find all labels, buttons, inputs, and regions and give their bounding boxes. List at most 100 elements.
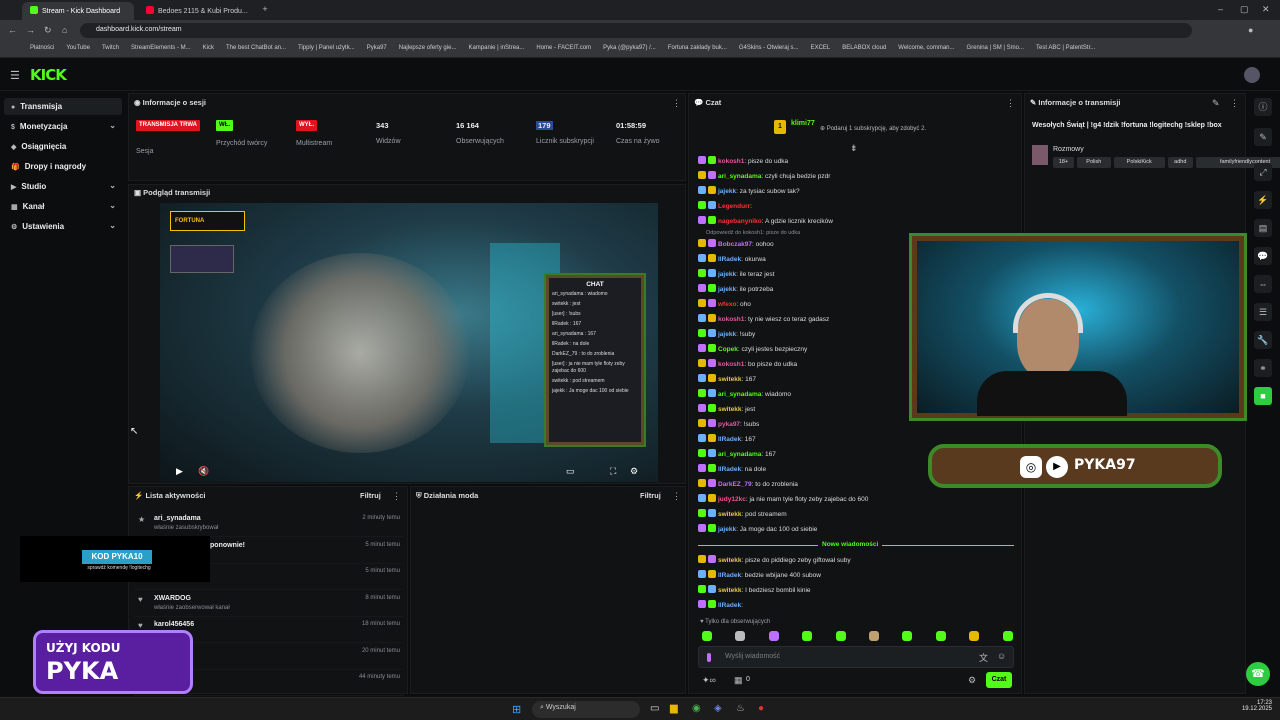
- mod-actions-more-icon[interactable]: ⋮: [672, 491, 681, 502]
- bookmark-item[interactable]: Płatności: [30, 45, 54, 51]
- activity-item[interactable]: ♥ XWARDOG właśnie zaobserwował kanał 8 minu…: [134, 590, 404, 617]
- stream-tag[interactable]: Polish: [1076, 157, 1111, 168]
- minimize-window-icon[interactable]: –: [1218, 4, 1223, 14]
- lightning-icon[interactable]: ⚡: [1254, 191, 1272, 209]
- group-icon[interactable]: ⚭: [1254, 359, 1272, 377]
- browser-tab-kick[interactable]: Stream - Kick Dashboard: [22, 2, 134, 20]
- chat-username[interactable]: nagebanyniko: [718, 218, 762, 225]
- green-app-icon[interactable]: ■: [1254, 387, 1272, 405]
- back-arrow-icon[interactable]: ←: [8, 25, 17, 35]
- play-icon[interactable]: ▶: [176, 466, 183, 477]
- chat-message[interactable]: switekk: pod streamem: [698, 507, 1018, 522]
- chat-username[interactable]: kokosh1: [718, 158, 744, 165]
- pip-icon[interactable]: ▭: [566, 466, 575, 477]
- stream-tag[interactable]: PolskiKick: [1113, 157, 1165, 168]
- discord-icon[interactable]: ◈: [714, 703, 722, 714]
- chat-message[interactable]: llRadek:: [698, 598, 1018, 613]
- chat-username[interactable]: kokosh1: [718, 361, 744, 368]
- steam-icon[interactable]: ♨: [736, 703, 745, 714]
- activity-filter-button[interactable]: Filtruj: [360, 491, 381, 500]
- bookmark-item[interactable]: Tipply | Panel użytk...: [298, 45, 355, 51]
- kick-logo[interactable]: KICK: [30, 66, 67, 84]
- chat-username[interactable]: switekk: [718, 376, 742, 383]
- chat-message[interactable]: switekk: pisze do piddiego zeby giftował…: [698, 553, 1018, 568]
- emote-icon[interactable]: [935, 631, 946, 641]
- chat-username[interactable]: wfexo: [718, 301, 736, 308]
- category-thumbnail[interactable]: [1032, 145, 1048, 165]
- chevron-down-icon[interactable]: ⌄: [109, 221, 116, 230]
- chat-message[interactable]: jajekk: Ja moge dac 100 od siebie: [698, 522, 1018, 537]
- floating-chat-icon[interactable]: ☎: [1246, 662, 1270, 686]
- chat-username[interactable]: ari_synadama: [718, 451, 761, 458]
- emote-icon[interactable]: [702, 631, 712, 641]
- chat-message[interactable]: nagebanyniko: A gdzie licznik krecików: [698, 214, 1018, 229]
- chat-username[interactable]: jajekk: [718, 286, 736, 293]
- close-window-icon[interactable]: ✕: [1262, 4, 1270, 15]
- pencil-icon[interactable]: ✎: [1254, 128, 1272, 146]
- emote-icon[interactable]: [802, 631, 813, 641]
- session-more-icon[interactable]: ⋮: [672, 98, 681, 109]
- emote-icon[interactable]: [969, 631, 980, 641]
- chat-message[interactable]: Legendurr:: [698, 199, 1018, 214]
- chat-username[interactable]: Legendurr: [718, 203, 750, 210]
- bookmark-item[interactable]: G4Skins - Otwieraj s...: [739, 45, 799, 51]
- bookmark-item[interactable]: BELABOX cloud: [842, 45, 886, 51]
- browser-tab-youtube[interactable]: Bedoes 2115 & Kubi Produ...: [138, 2, 256, 20]
- list-icon[interactable]: ☰: [1254, 303, 1272, 321]
- emote-icon[interactable]: [1002, 631, 1013, 641]
- taskbar-search[interactable]: ⌕ Wyszukaj: [532, 701, 640, 718]
- edit-stream-info-icon[interactable]: ✎: [1212, 98, 1220, 109]
- bookmark-item[interactable]: StreamElements - M...: [131, 45, 191, 51]
- chat-username[interactable]: jajekk: [718, 188, 736, 195]
- chevron-down-icon[interactable]: ⌄: [109, 181, 116, 190]
- send-chat-button[interactable]: Czat: [986, 672, 1012, 688]
- expand-icon[interactable]: ⤢: [1254, 163, 1272, 181]
- chrome-icon[interactable]: ◉: [692, 703, 701, 714]
- chat-username[interactable]: ari_synadama: [718, 391, 761, 398]
- chat-username[interactable]: judy12kc: [718, 496, 746, 503]
- emote-icon[interactable]: [869, 631, 879, 641]
- bookmark-item[interactable]: YouTube: [66, 45, 90, 51]
- task-view-icon[interactable]: ▭: [650, 703, 659, 714]
- sidebar-item-transmisja[interactable]: ● Transmisja: [4, 98, 122, 115]
- chat-input[interactable]: Wyślij wiadomość 文 ☺: [698, 646, 1014, 668]
- info-icon[interactable]: ⓘ: [1254, 98, 1272, 116]
- activity-item[interactable]: ★ ari_synadama właśnie zasubskrybował 2 min…: [134, 510, 404, 537]
- chat-message[interactable]: switekk: I bedziesz bombil kinie: [698, 583, 1018, 598]
- settings-gear-icon[interactable]: ⚙: [630, 466, 638, 477]
- pin-icon[interactable]: ⇟: [850, 143, 858, 154]
- emote-icon[interactable]: [902, 631, 913, 641]
- bookmark-item[interactable]: Kampanie | inStrea...: [468, 45, 524, 51]
- chevron-down-icon[interactable]: ⌄: [109, 201, 116, 210]
- bookmark-item[interactable]: Grenina | SM | Smo...: [967, 45, 1024, 51]
- chat-username[interactable]: switekk: [718, 511, 742, 518]
- fullscreen-icon[interactable]: ⛶: [610, 466, 616, 477]
- chat-username[interactable]: jajekk: [718, 526, 736, 533]
- chat-username[interactable]: DarkEZ_79: [718, 481, 752, 488]
- chat-username[interactable]: switekk: [718, 587, 742, 594]
- bookmark-item[interactable]: EXCEL: [811, 45, 831, 51]
- bookmark-item[interactable]: Najlepsze oferty gie...: [399, 45, 457, 51]
- bookmark-item[interactable]: Kick: [203, 45, 214, 51]
- mod-actions-filter-button[interactable]: Filtruj: [640, 491, 661, 500]
- gift-sub-prompt[interactable]: ⊕ Podaruj 1 subskrypcję, aby zdobyć 2.: [820, 125, 926, 132]
- taskbar-clock[interactable]: 17:23 19.12.2025: [1236, 700, 1272, 712]
- stream-preview-video[interactable]: FORTUNA CHAT ari_synadama : wiadomo swite…: [160, 203, 658, 482]
- bookmark-item[interactable]: Welcome, comman...: [898, 45, 954, 51]
- chat-message[interactable]: jajekk: za tysiac subow tak?: [698, 184, 1018, 199]
- chat-username[interactable]: Bobczak97: [718, 241, 752, 248]
- chat-message[interactable]: llRadek: bedzie wbijane 400 subow: [698, 568, 1018, 583]
- stream-info-more-icon[interactable]: ⋮: [1230, 98, 1239, 109]
- chat-username[interactable]: llRadek: [718, 572, 741, 579]
- chevron-down-icon[interactable]: ⌄: [109, 121, 116, 130]
- chat-username[interactable]: jajekk: [718, 271, 736, 278]
- reload-icon[interactable]: ↻: [44, 25, 52, 36]
- bookmark-item[interactable]: Pyka (@pyka97) /...: [603, 45, 656, 51]
- chat-bubble-icon[interactable]: 💬: [1254, 247, 1272, 265]
- bookmark-item[interactable]: Test ABC | PatentStr...: [1036, 45, 1095, 51]
- chat-message[interactable]: judy12kc: ja nie mam tyle floty zeby zaj…: [698, 492, 1018, 507]
- chat-username[interactable]: ari_synadama: [718, 173, 761, 180]
- chat-message[interactable]: kokosh1: pisze do udka: [698, 154, 1018, 169]
- link-icon[interactable]: ⇔: [1254, 275, 1272, 293]
- gift-box-icon[interactable]: ▦: [734, 675, 743, 686]
